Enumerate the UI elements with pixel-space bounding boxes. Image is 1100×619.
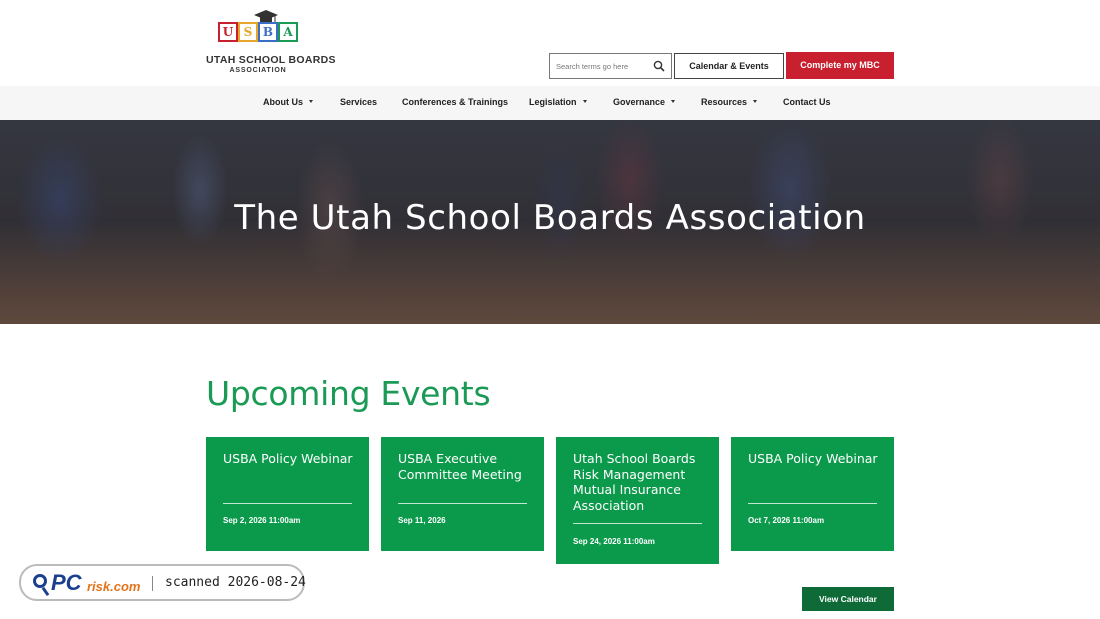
logo-block-a: A [278,22,298,42]
search-icon[interactable] [653,60,665,72]
event-title: USBA Executive Committee Meeting [398,451,522,482]
pcrisk-watermark: PC risk.com scanned 2026-08-24 [19,564,306,601]
caret-down-icon [309,100,313,104]
logo-subtitle: ASSOCIATION [229,67,287,74]
watermark-pc-text: PC [51,570,82,595]
event-date: Sep 24, 2026 11:00am [573,537,655,546]
upcoming-events-heading: Upcoming Events [206,374,491,413]
nav-item-resources[interactable]: Resources [701,86,758,120]
event-card[interactable]: Utah School Boards Risk Management Mutua… [556,437,719,564]
event-date: Sep 2, 2026 11:00am [223,516,301,525]
logo-block-u: U [218,22,238,42]
watermark-risk-text: risk.com [87,579,141,594]
event-card[interactable]: USBA Executive Committee Meeting Sep 11,… [381,437,544,551]
logo-block-s: S [238,22,258,42]
event-date: Sep 11, 2026 [398,516,446,525]
logo-block-b: B [258,22,278,42]
event-divider [223,503,352,504]
main-nav: About Us Services Conferences & Training… [0,86,1100,120]
hero-banner: The Utah School Boards Association [0,120,1100,324]
event-title: USBA Policy Webinar [223,451,353,466]
view-calendar-button[interactable]: View Calendar [802,587,894,611]
nav-item-legislation[interactable]: Legislation [529,86,587,120]
watermark-scan-text: scanned 2026-08-24 [165,575,306,590]
event-divider [748,503,877,504]
caret-down-icon [753,100,758,104]
nav-item-governance[interactable]: Governance [613,86,676,120]
caret-down-icon [582,100,587,104]
logo-blocks: U S B A [218,22,298,46]
complete-mbc-button[interactable]: Complete my MBC [786,52,894,79]
nav-item-conferences[interactable]: Conferences & Trainings [402,86,508,120]
watermark-separator [152,576,153,591]
event-card[interactable]: USBA Policy Webinar Sep 2, 2026 11:00am [206,437,369,551]
event-card[interactable]: USBA Policy Webinar Oct 7, 2026 11:00am [731,437,894,551]
nav-item-services[interactable]: Services [340,86,377,120]
nav-item-contact-us[interactable]: Contact Us [783,86,831,120]
hero-title: The Utah School Boards Association [234,198,866,238]
event-divider [573,523,702,524]
search-box [549,53,672,79]
magnifier-logo-icon [33,574,47,588]
event-title: USBA Policy Webinar [748,451,878,466]
usba-logo[interactable]: U S B A UTAH SCHOOL BOARDS ASSOCIATION [206,10,336,76]
caret-down-icon [671,100,676,104]
event-divider [398,503,527,504]
nav-item-about-us[interactable]: About Us [263,86,313,120]
search-input[interactable] [550,54,648,78]
calendar-events-button[interactable]: Calendar & Events [674,53,784,79]
event-date: Oct 7, 2026 11:00am [748,516,825,525]
site-header: U S B A UTAH SCHOOL BOARDS ASSOCIATION C… [0,0,1100,86]
event-title: Utah School Boards Risk Management Mutua… [573,451,696,513]
logo-title: UTAH SCHOOL BOARDS [206,54,336,66]
